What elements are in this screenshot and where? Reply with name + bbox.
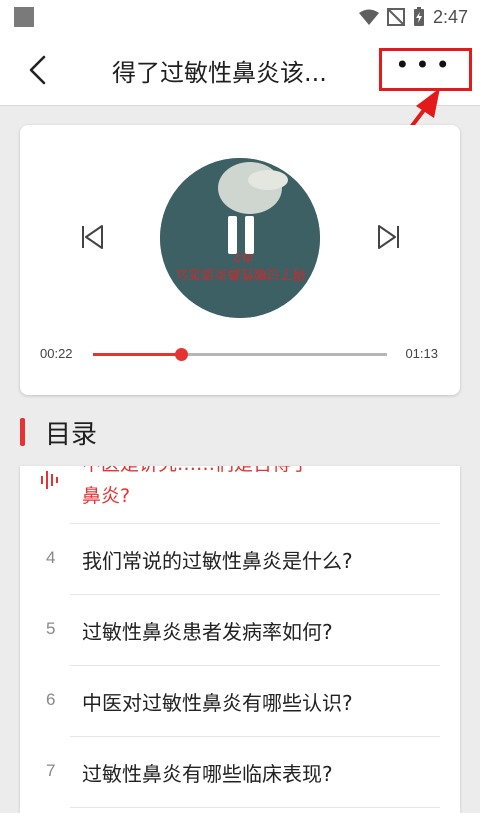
toc-item-active[interactable]: 中医是讲究……们是否得了 鼻炎? [20,466,460,524]
toc-item-number: 7 [46,761,56,780]
toc-item-title: 中医对过敏性鼻炎有哪些认识? [82,691,353,715]
progress-knob[interactable] [175,348,189,361]
status-bar: 2:47 [0,0,480,34]
pause-icon-bar [245,216,254,254]
current-time: 00:22 [40,346,73,361]
active-line-2: 鼻炎? [82,485,131,507]
toc-title: 目录 [45,419,98,450]
progress-slider[interactable] [93,348,387,361]
toc-item-number: 6 [46,690,56,709]
more-horizontal-icon: ••• [395,50,456,79]
total-time: 01:13 [405,346,438,361]
audio-wave-icon [41,471,58,489]
status-right: 2:47 [358,4,468,30]
chevron-left-icon[interactable] [22,52,58,88]
toc-accent-bar [20,418,25,446]
pause-icon [228,216,237,254]
pause-button[interactable] [226,216,256,254]
toc-item-6[interactable]: 6 中医对过敏性鼻炎有哪些认识? [20,666,460,736]
divider [70,807,440,808]
audio-player-card: 得了过敏性鼻炎该怎么办？ 00:22 01:13 [20,125,460,395]
toc-item-title: 过敏性鼻炎患者发病率如何? [82,620,333,644]
toc-item-number: 5 [46,619,56,638]
status-time: 2:47 [432,6,468,27]
skip-next-icon[interactable] [375,223,401,251]
toc-item-title: 过敏性鼻炎有哪些临床表现? [82,762,333,786]
toc-item-7[interactable]: 7 过敏性鼻炎有哪些临床表现? [20,737,460,807]
notification-square-icon [14,7,34,27]
battery-charging-icon [413,7,424,26]
no-signal-icon [386,8,405,26]
wifi-icon [358,9,379,25]
toc-item-4[interactable]: 4 我们常说的过敏性鼻炎是什么? [20,524,460,594]
page-title: 得了过敏性鼻炎该... [112,59,327,87]
toc-heading: 目录 [20,412,97,452]
toc-list: 中医是讲究……们是否得了 鼻炎? 4 我们常说的过敏性鼻炎是什么? 5 过敏性鼻… [20,466,460,813]
skip-previous-icon[interactable] [80,223,106,251]
toc-item-active-text: 中医是讲究……们是否得了 鼻炎? [82,466,310,512]
progress-fill [93,353,182,356]
active-line-1: 中医是讲究……们是否得了 [82,466,310,480]
toc-item-title: 我们常说的过敏性鼻炎是什么? [82,549,353,573]
toc-item-5[interactable]: 5 过敏性鼻炎患者发病率如何? [20,595,460,665]
toc-item-number: 4 [46,548,56,567]
